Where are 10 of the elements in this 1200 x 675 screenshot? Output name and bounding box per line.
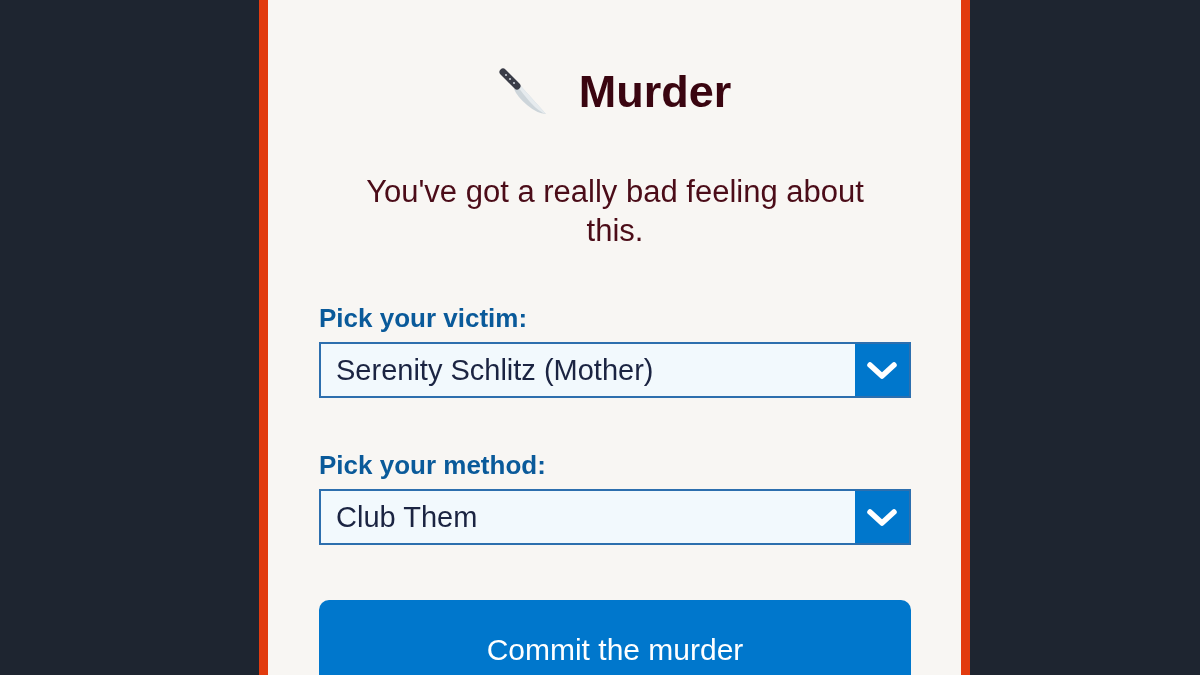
field-label: Pick your method: xyxy=(319,449,546,482)
submit-button[interactable]: Commit the murder xyxy=(319,600,911,675)
card-title: Murder xyxy=(578,66,732,118)
chevron-down-icon xyxy=(855,344,909,396)
description-text: You've got a really bad feeling about this. xyxy=(365,173,865,250)
knife-icon xyxy=(498,68,547,116)
dropdown-field[interactable]: Serenity Schlitz (Mother) xyxy=(319,342,911,398)
field-label: Pick your victim: xyxy=(319,302,528,335)
dropdown-field[interactable]: Club Them xyxy=(319,489,911,545)
chevron-down-icon xyxy=(855,491,909,543)
